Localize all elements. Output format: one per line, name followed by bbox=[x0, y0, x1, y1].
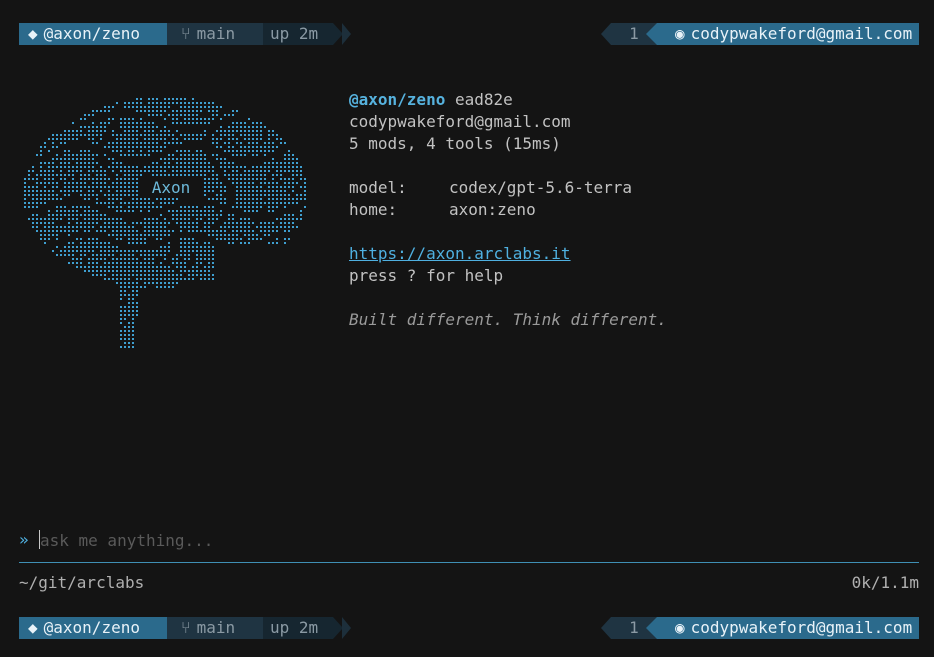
status-user-segment[interactable]: ◉ codypwakeford@gmail.com bbox=[646, 23, 919, 45]
prompt-divider bbox=[19, 562, 919, 563]
url-row: https://axon.arclabs.it bbox=[349, 243, 909, 265]
top-status-line: ◆ @axon/zeno ⑂ main up 2m 1 ◉ codypwakeford… bbox=[19, 23, 919, 45]
current-directory: ~/git/arclabs bbox=[19, 573, 145, 592]
home-value: axon:zeno bbox=[449, 200, 536, 219]
status-repo-segment[interactable]: ◆ @axon/zeno bbox=[19, 617, 178, 639]
status-uptime-segment: up 2m bbox=[263, 23, 343, 45]
status-repo-name: @axon/zeno bbox=[43, 24, 140, 43]
git-branch-icon: ⑂ bbox=[181, 24, 191, 43]
model-row: model: codex/gpt-5.6-terra bbox=[349, 177, 909, 199]
token-usage: 0k/1.1m bbox=[851, 573, 919, 592]
diamond-icon: ◆ bbox=[28, 618, 38, 637]
logo-label: Axon bbox=[138, 178, 204, 198]
home-row: home: axon:zeno bbox=[349, 199, 909, 221]
status-uptime: up 2m bbox=[270, 24, 319, 43]
status-count: 1 bbox=[629, 618, 639, 637]
load-stats: 5 mods, 4 tools (15ms) bbox=[349, 134, 561, 153]
info-panel: @axon/zeno ead82e codypwakeford@gmail.co… bbox=[349, 89, 909, 331]
status-uptime-segment: up 2m bbox=[263, 617, 343, 639]
brain-logo: Axon bbox=[18, 80, 310, 352]
model-label: model: bbox=[349, 178, 407, 197]
status-branch-segment[interactable]: ⑂ main bbox=[167, 617, 274, 639]
segment-separator bbox=[342, 617, 351, 639]
status-branch-name: main bbox=[196, 618, 236, 637]
status-branch-segment[interactable]: ⑂ main bbox=[167, 23, 274, 45]
commit-hash: ead82e bbox=[454, 90, 513, 109]
git-branch-icon: ⑂ bbox=[181, 618, 191, 637]
status-user-email: codypwakeford@gmail.com bbox=[690, 24, 913, 43]
segment-separator bbox=[342, 23, 351, 45]
user-dot-icon: ◉ bbox=[675, 618, 685, 637]
tagline: Built different. Think different. bbox=[349, 310, 667, 329]
user-email: codypwakeford@gmail.com bbox=[349, 112, 571, 131]
prompt-chevron-icon: » bbox=[19, 530, 29, 549]
status-user-email: codypwakeford@gmail.com bbox=[690, 618, 913, 637]
status-branch-name: main bbox=[196, 24, 236, 43]
help-hint: press ? for help bbox=[349, 266, 504, 285]
status-count: 1 bbox=[629, 24, 639, 43]
user-dot-icon: ◉ bbox=[675, 24, 685, 43]
home-label: home: bbox=[349, 200, 398, 219]
status-repo-name: @axon/zeno bbox=[43, 618, 140, 637]
prompt-input[interactable] bbox=[40, 529, 840, 551]
bottom-status-line: ◆ @axon/zeno ⑂ main up 2m 1 ◉ codypwakeford… bbox=[19, 617, 919, 639]
identity-line: @axon/zeno ead82e bbox=[349, 89, 909, 111]
status-user-segment[interactable]: ◉ codypwakeford@gmail.com bbox=[646, 617, 919, 639]
prompt-row: » bbox=[19, 529, 919, 551]
homepage-link[interactable]: https://axon.arclabs.it bbox=[349, 244, 571, 263]
brain-icon bbox=[24, 98, 306, 348]
diamond-icon: ◆ bbox=[28, 24, 38, 43]
status-repo-segment[interactable]: ◆ @axon/zeno bbox=[19, 23, 178, 45]
model-value: codex/gpt-5.6-terra bbox=[449, 178, 633, 197]
agent-handle: @axon/zeno bbox=[349, 90, 446, 109]
footer-bar: ~/git/arclabs 0k/1.1m bbox=[19, 572, 919, 594]
status-uptime: up 2m bbox=[270, 618, 319, 637]
